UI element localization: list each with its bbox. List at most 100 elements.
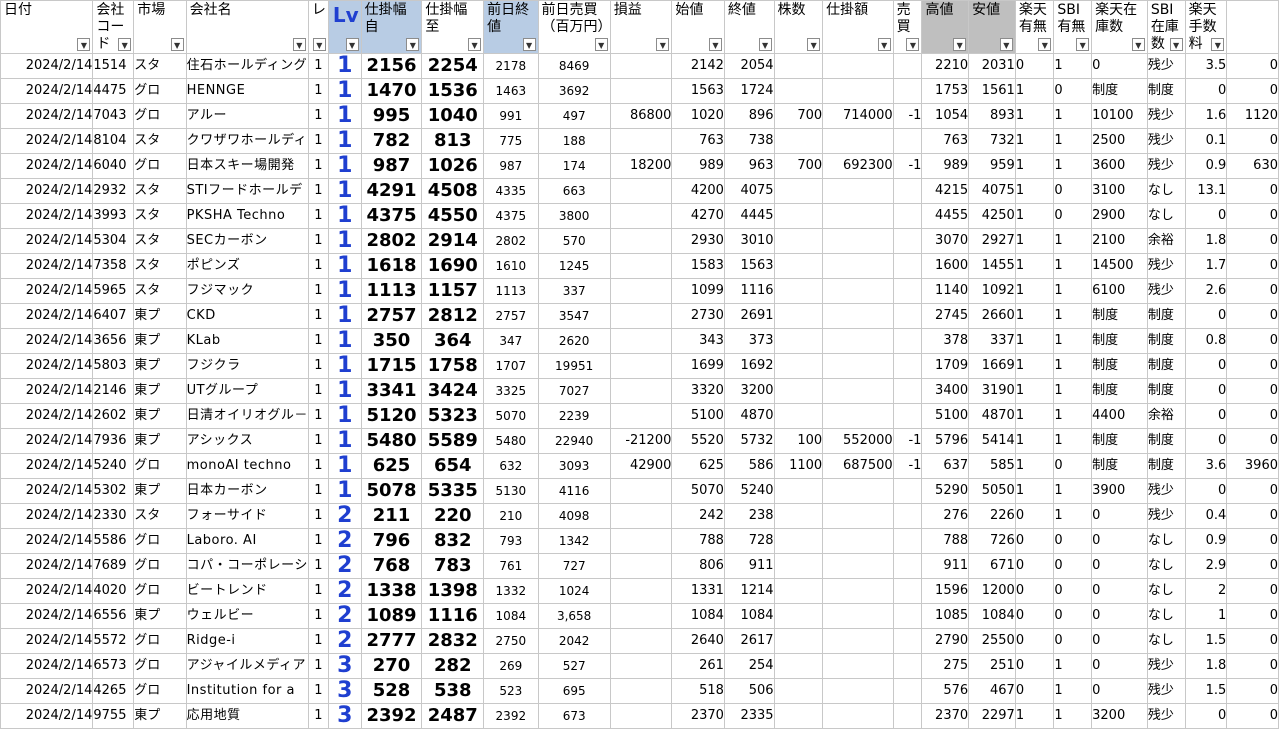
cell[interactable]: 0 bbox=[1053, 203, 1093, 229]
cell[interactable] bbox=[773, 278, 824, 304]
cell[interactable]: 0 bbox=[1091, 578, 1148, 604]
cell[interactable]: 1692 bbox=[723, 353, 775, 379]
cell[interactable]: 3325 bbox=[483, 378, 539, 404]
cell[interactable]: 732 bbox=[968, 128, 1016, 154]
cell[interactable]: 2602 bbox=[92, 403, 135, 429]
cell[interactable] bbox=[822, 78, 894, 104]
cell[interactable]: グロ bbox=[133, 528, 187, 554]
cell[interactable]: 7689 bbox=[92, 553, 135, 579]
cell[interactable]: 2024/2/14 bbox=[0, 653, 94, 679]
cell[interactable]: 0 bbox=[1184, 403, 1228, 429]
cell[interactable] bbox=[892, 703, 923, 729]
filter-dropdown-icon[interactable]: ▼ bbox=[345, 38, 359, 51]
filter-dropdown-icon[interactable]: ▼ bbox=[953, 38, 967, 51]
cell[interactable]: 2370 bbox=[671, 703, 725, 729]
cell[interactable]: 5050 bbox=[968, 478, 1016, 504]
cell[interactable]: 2297 bbox=[968, 703, 1016, 729]
cell[interactable]: 763 bbox=[671, 128, 725, 154]
filter-dropdown-icon[interactable]: ▼ bbox=[170, 38, 184, 51]
cell[interactable]: 1 bbox=[1053, 478, 1093, 504]
cell[interactable]: 5335 bbox=[421, 478, 485, 504]
cell[interactable]: 3190 bbox=[968, 378, 1016, 404]
cell[interactable]: 5589 bbox=[421, 428, 485, 454]
cell[interactable] bbox=[822, 503, 894, 529]
cell[interactable] bbox=[609, 128, 673, 154]
cell[interactable]: 995 bbox=[360, 103, 423, 129]
cell[interactable]: 2 bbox=[327, 553, 362, 579]
cell[interactable] bbox=[822, 628, 894, 654]
cell[interactable]: 1 bbox=[1014, 203, 1055, 229]
cell[interactable]: 1618 bbox=[360, 253, 423, 279]
cell[interactable]: 0 bbox=[1226, 703, 1279, 729]
cell[interactable]: ウェルビー bbox=[185, 603, 309, 629]
cell[interactable]: 1040 bbox=[421, 103, 485, 129]
cell[interactable] bbox=[773, 403, 824, 429]
cell[interactable]: スタ bbox=[133, 128, 187, 154]
cell[interactable]: 5240 bbox=[92, 453, 135, 479]
cell[interactable]: 残少 bbox=[1146, 478, 1186, 504]
cell[interactable]: 0 bbox=[1226, 378, 1279, 404]
cell[interactable]: 714000 bbox=[822, 103, 894, 129]
cell[interactable]: 3656 bbox=[92, 328, 135, 354]
cell[interactable]: 0 bbox=[1014, 653, 1055, 679]
cell[interactable]: 東プ bbox=[133, 303, 187, 329]
cell[interactable]: 2024/2/14 bbox=[0, 328, 94, 354]
cell[interactable] bbox=[892, 603, 923, 629]
cell[interactable]: なし bbox=[1146, 203, 1186, 229]
cell[interactable]: 5586 bbox=[92, 528, 135, 554]
cell[interactable]: 1 bbox=[307, 253, 329, 279]
cell[interactable]: 2024/2/14 bbox=[0, 153, 94, 179]
cell[interactable]: フジクラ bbox=[185, 353, 309, 379]
cell[interactable]: 2024/2/14 bbox=[0, 228, 94, 254]
cell[interactable]: 2024/2/14 bbox=[0, 128, 94, 154]
filter-dropdown-icon[interactable]: ▼ bbox=[312, 38, 326, 51]
cell[interactable]: 東プ bbox=[133, 328, 187, 354]
filter-dropdown-icon[interactable]: ▼ bbox=[1169, 38, 1183, 51]
cell[interactable]: 1 bbox=[1053, 103, 1093, 129]
cell[interactable]: 5796 bbox=[921, 428, 970, 454]
cell[interactable]: 2024/2/14 bbox=[0, 578, 94, 604]
cell[interactable]: 0.9 bbox=[1184, 528, 1228, 554]
cell[interactable]: KLab bbox=[185, 328, 309, 354]
cell[interactable] bbox=[892, 278, 923, 304]
cell[interactable]: 1092 bbox=[968, 278, 1016, 304]
cell[interactable]: 2024/2/14 bbox=[0, 178, 94, 204]
cell[interactable]: 3200 bbox=[723, 378, 775, 404]
filter-dropdown-icon[interactable]: ▼ bbox=[708, 38, 722, 51]
cell[interactable]: 1 bbox=[307, 703, 329, 729]
cell[interactable]: 2730 bbox=[671, 303, 725, 329]
cell[interactable] bbox=[773, 503, 824, 529]
column-header-22[interactable]: 楽天手数料 ▼ bbox=[1184, 0, 1228, 54]
cell[interactable]: 0 bbox=[1226, 553, 1279, 579]
cell[interactable]: 1 bbox=[1053, 228, 1093, 254]
cell[interactable]: 5803 bbox=[92, 353, 135, 379]
cell[interactable]: 1 bbox=[307, 603, 329, 629]
cell[interactable]: 3800 bbox=[537, 203, 611, 229]
cell[interactable]: 1 bbox=[327, 203, 362, 229]
cell[interactable]: 3547 bbox=[537, 303, 611, 329]
cell[interactable]: 0 bbox=[1226, 303, 1279, 329]
cell[interactable]: 制度 bbox=[1091, 453, 1148, 479]
cell[interactable]: 0 bbox=[1184, 478, 1228, 504]
cell[interactable]: 0 bbox=[1184, 303, 1228, 329]
cell[interactable]: 0.9 bbox=[1184, 153, 1228, 179]
cell[interactable]: スタ bbox=[133, 278, 187, 304]
cell[interactable]: 1 bbox=[1014, 703, 1055, 729]
cell[interactable]: 350 bbox=[360, 328, 423, 354]
cell[interactable] bbox=[892, 478, 923, 504]
cell[interactable]: 0 bbox=[1014, 678, 1055, 704]
cell[interactable]: 1 bbox=[307, 53, 329, 79]
cell[interactable]: 1089 bbox=[360, 603, 423, 629]
cell[interactable]: 0 bbox=[1226, 503, 1279, 529]
cell[interactable]: 8469 bbox=[537, 53, 611, 79]
cell[interactable]: 2 bbox=[327, 528, 362, 554]
column-header-3[interactable]: 会社名 ▼ bbox=[185, 0, 309, 54]
filter-dropdown-icon[interactable]: ▼ bbox=[807, 38, 821, 51]
cell[interactable]: 813 bbox=[421, 128, 485, 154]
cell[interactable]: 日本カーボン bbox=[185, 478, 309, 504]
cell[interactable]: 5078 bbox=[360, 478, 423, 504]
cell[interactable] bbox=[892, 528, 923, 554]
cell[interactable] bbox=[822, 378, 894, 404]
cell[interactable] bbox=[892, 503, 923, 529]
cell[interactable] bbox=[892, 128, 923, 154]
